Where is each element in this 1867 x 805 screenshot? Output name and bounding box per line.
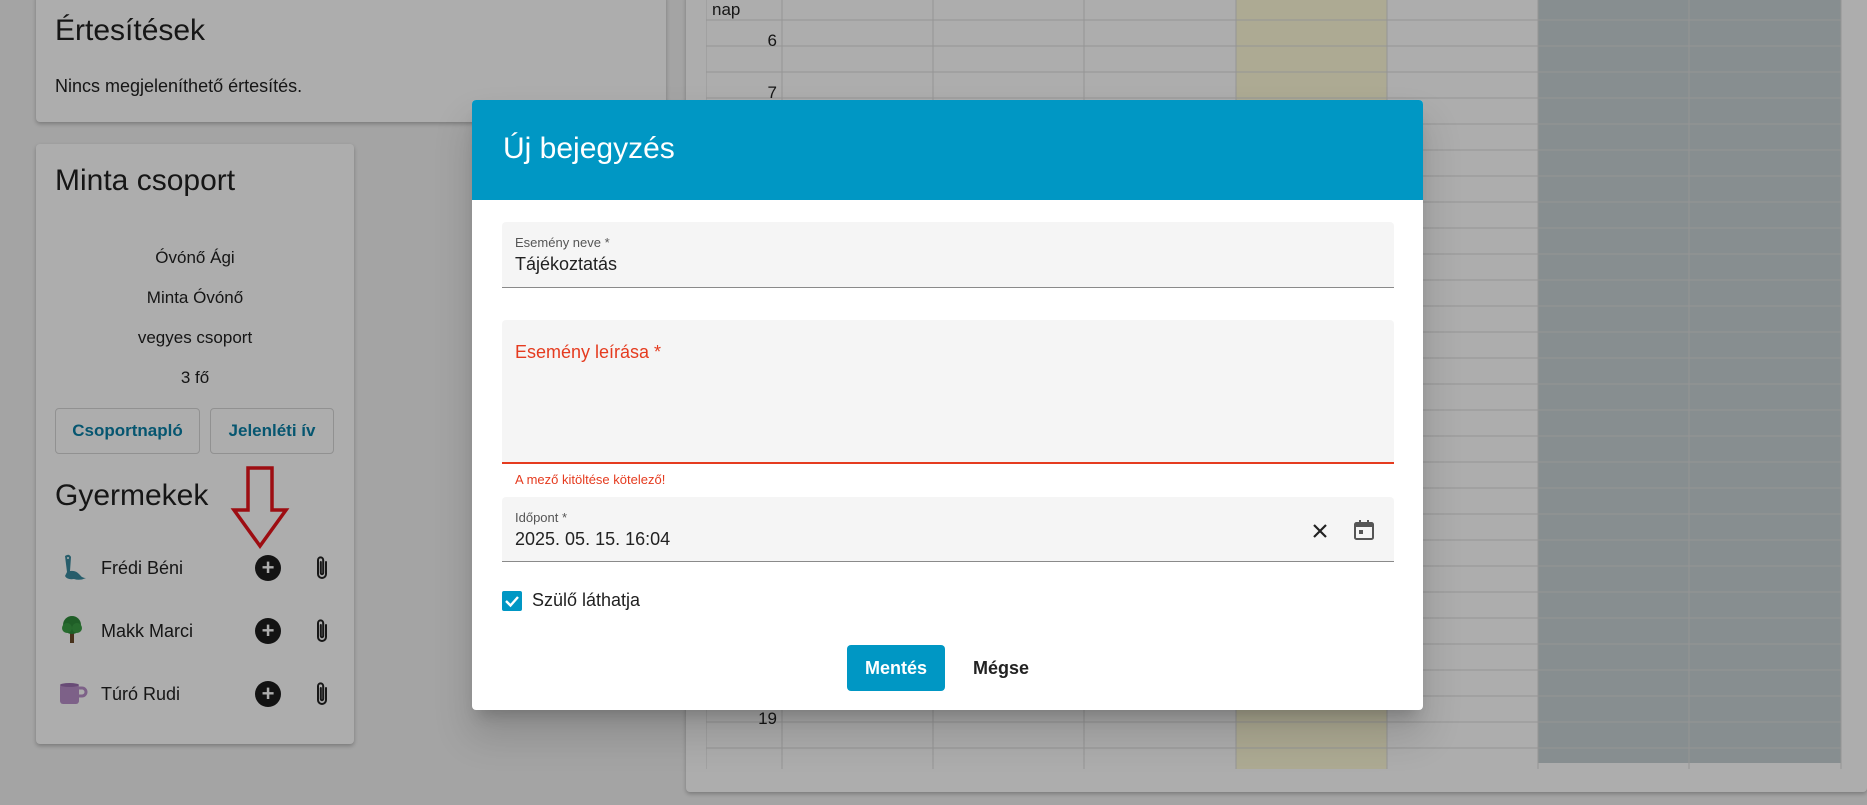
event-name-value: Tájékoztatás <box>515 254 618 274</box>
event-description-field[interactable]: Esemény leírása * <box>502 320 1394 464</box>
close-icon[interactable] <box>1308 519 1332 543</box>
calendar-icon[interactable] <box>1352 518 1376 542</box>
parent-visible-checkbox[interactable] <box>502 591 522 611</box>
dialog-header: Új bejegyzés <box>472 100 1423 200</box>
parent-visible-label[interactable]: Szülő láthatja <box>532 590 640 611</box>
event-name-label: Esemény neve * <box>515 235 610 250</box>
description-error: A mező kitöltése kötelező! <box>515 472 666 487</box>
dialog-title: Új bejegyzés <box>503 132 675 165</box>
event-description-label: Esemény leírása * <box>515 342 662 362</box>
cancel-button[interactable]: Mégse <box>961 645 1041 691</box>
new-entry-dialog: Új bejegyzés Esemény neve * Tájékoztatás… <box>472 100 1423 710</box>
save-button[interactable]: Mentés <box>847 645 945 691</box>
date-field[interactable]: Időpont * 2025. 05. 15. 16:04 <box>502 497 1394 562</box>
checkmark-icon <box>505 596 519 608</box>
date-value: 2025. 05. 15. 16:04 <box>515 529 671 549</box>
event-name-field[interactable]: Esemény neve * Tájékoztatás <box>502 222 1394 288</box>
date-label: Időpont * <box>515 510 568 525</box>
